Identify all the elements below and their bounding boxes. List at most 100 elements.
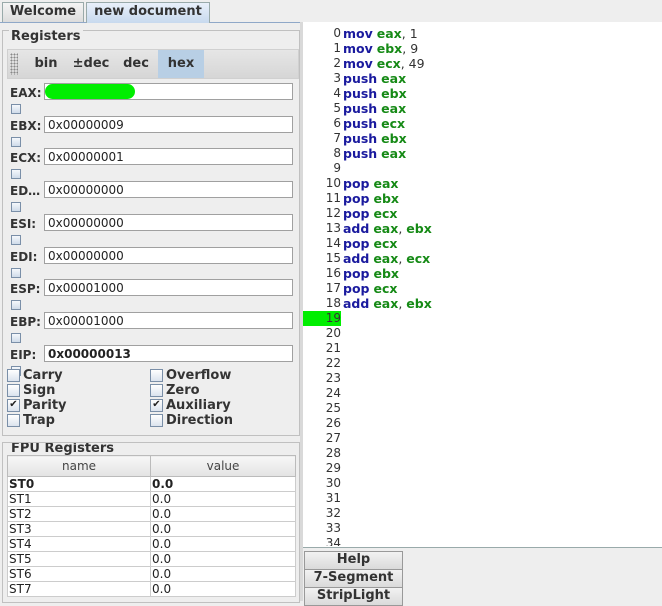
flag-auxiliary[interactable]: ✔ Auxiliary bbox=[150, 398, 290, 413]
flag-zero[interactable]: Zero bbox=[150, 383, 290, 398]
tab-new-document[interactable]: new document bbox=[86, 2, 210, 23]
line-number[interactable]: 13 bbox=[303, 221, 341, 236]
line-number[interactable]: 20 bbox=[303, 326, 341, 341]
line-number[interactable]: 9 bbox=[303, 161, 341, 176]
tab-7-segment[interactable]: 7-Segment bbox=[304, 569, 403, 588]
table-row[interactable]: ST4 0.0 bbox=[7, 536, 296, 552]
operand-separator: , bbox=[401, 26, 410, 41]
register-expand-icon[interactable] bbox=[11, 104, 21, 114]
table-row[interactable]: ST5 0.0 bbox=[7, 551, 296, 567]
line-number[interactable]: 14 bbox=[303, 236, 341, 251]
table-row[interactable]: ST6 0.0 bbox=[7, 566, 296, 582]
fpu-value-cell: 0.0 bbox=[150, 476, 296, 492]
line-number[interactable]: 31 bbox=[303, 491, 341, 506]
table-row[interactable]: ST3 0.0 bbox=[7, 521, 296, 537]
line-number[interactable]: 22 bbox=[303, 356, 341, 371]
checkbox-checked-icon[interactable]: ✔ bbox=[7, 399, 20, 412]
line-number[interactable]: 23 bbox=[303, 371, 341, 386]
line-number[interactable]: 26 bbox=[303, 416, 341, 431]
register-value-field[interactable]: 0x00000001 bbox=[44, 148, 293, 165]
line-number[interactable]: 30 bbox=[303, 476, 341, 491]
checkbox-checked-icon[interactable]: ✔ bbox=[150, 399, 163, 412]
line-number[interactable]: 17 bbox=[303, 281, 341, 296]
flag-carry[interactable]: Carry bbox=[7, 368, 147, 383]
table-row[interactable]: ST0 0.0 bbox=[7, 476, 296, 492]
register-expand-icon[interactable] bbox=[11, 235, 21, 245]
register-value-field[interactable]: 0x00000000 bbox=[44, 214, 293, 231]
base-signed-dec-button[interactable]: ±dec bbox=[68, 50, 114, 78]
line-number[interactable]: 25 bbox=[303, 401, 341, 416]
code-line: pop ebx bbox=[343, 191, 399, 206]
table-row[interactable]: ST1 0.0 bbox=[7, 491, 296, 507]
tab-help[interactable]: Help bbox=[304, 551, 403, 570]
line-number[interactable]: 3 bbox=[303, 71, 341, 86]
line-number[interactable]: 24 bbox=[303, 386, 341, 401]
code-line: pop ebx bbox=[343, 266, 399, 281]
code-line: push eax bbox=[343, 146, 406, 161]
checkbox-icon[interactable] bbox=[150, 369, 163, 382]
base-bin-button[interactable]: bin bbox=[28, 50, 64, 78]
register-value-field[interactable]: 0x00000013 bbox=[44, 345, 293, 362]
line-number[interactable]: 28 bbox=[303, 446, 341, 461]
table-row[interactable]: ST2 0.0 bbox=[7, 506, 296, 522]
line-number[interactable]: 34 bbox=[303, 536, 341, 546]
line-number[interactable]: 18 bbox=[303, 296, 341, 311]
flag-label: Parity bbox=[23, 398, 67, 413]
line-number[interactable]: 2 bbox=[303, 56, 341, 71]
register-value-field[interactable]: 0x00000000 bbox=[44, 181, 293, 198]
tab-striplight[interactable]: StripLight bbox=[304, 587, 403, 606]
line-number[interactable]: 16 bbox=[303, 266, 341, 281]
flag-trap[interactable]: Trap bbox=[7, 413, 147, 428]
register-value-field[interactable]: 0x00000009 bbox=[44, 116, 293, 133]
line-number[interactable]: 21 bbox=[303, 341, 341, 356]
line-number[interactable]: 4 bbox=[303, 86, 341, 101]
fpu-column-value[interactable]: value bbox=[150, 455, 296, 477]
checkbox-icon[interactable] bbox=[7, 369, 20, 382]
fpu-value-cell: 0.0 bbox=[150, 536, 296, 552]
base-hex-button[interactable]: hex bbox=[158, 50, 204, 78]
register-expand-icon[interactable] bbox=[11, 137, 21, 147]
flag-direction[interactable]: Direction bbox=[150, 413, 290, 428]
line-number[interactable]: 29 bbox=[303, 461, 341, 476]
line-number[interactable]: 15 bbox=[303, 251, 341, 266]
line-number[interactable]: 19 bbox=[303, 311, 341, 326]
line-number[interactable]: 7 bbox=[303, 131, 341, 146]
line-number[interactable]: 5 bbox=[303, 101, 341, 116]
toolbar-grip[interactable] bbox=[10, 53, 18, 75]
checkbox-icon[interactable] bbox=[150, 414, 163, 427]
register-expand-icon[interactable] bbox=[11, 333, 21, 343]
checkbox-icon[interactable] bbox=[7, 384, 20, 397]
register-value-field[interactable]: 0x00000000 bbox=[44, 247, 293, 264]
line-number[interactable]: 27 bbox=[303, 431, 341, 446]
line-number[interactable]: 1 bbox=[303, 41, 341, 56]
register-expand-icon[interactable] bbox=[11, 300, 21, 310]
register-value-field[interactable] bbox=[44, 83, 293, 100]
line-number[interactable]: 6 bbox=[303, 116, 341, 131]
line-number[interactable]: 32 bbox=[303, 506, 341, 521]
base-dec-button[interactable]: dec bbox=[118, 50, 154, 78]
fpu-column-name[interactable]: name bbox=[7, 455, 151, 477]
flag-overflow[interactable]: Overflow bbox=[150, 368, 290, 383]
line-number[interactable]: 12 bbox=[303, 206, 341, 221]
register-value-field[interactable]: 0x00001000 bbox=[44, 279, 293, 296]
line-number[interactable]: 11 bbox=[303, 191, 341, 206]
line-number[interactable]: 33 bbox=[303, 521, 341, 536]
line-number[interactable]: 10 bbox=[303, 176, 341, 191]
line-number[interactable]: 8 bbox=[303, 146, 341, 161]
register-operand: eax bbox=[381, 146, 407, 161]
register-value-field[interactable]: 0x00001000 bbox=[44, 312, 293, 329]
register-expand-icon[interactable] bbox=[11, 169, 21, 179]
flag-label: Overflow bbox=[166, 368, 232, 383]
register-expand-icon[interactable] bbox=[11, 202, 21, 212]
checkbox-icon[interactable] bbox=[150, 384, 163, 397]
register-expand-icon[interactable] bbox=[11, 268, 21, 278]
register-label: ED… bbox=[10, 184, 41, 198]
checkbox-icon[interactable] bbox=[7, 414, 20, 427]
line-number[interactable]: 0 bbox=[303, 26, 341, 41]
flag-sign[interactable]: Sign bbox=[7, 383, 147, 398]
table-row[interactable]: ST7 0.0 bbox=[7, 581, 296, 597]
tab-welcome[interactable]: Welcome bbox=[2, 2, 84, 22]
code-editor[interactable]: 0 mov eax, 1 1 mov ebx, 9 2 mov ecx, 49 3 push … bbox=[303, 22, 662, 601]
flag-parity[interactable]: ✔ Parity bbox=[7, 398, 147, 413]
register-row: ESI: 0x00000000 bbox=[7, 214, 297, 245]
